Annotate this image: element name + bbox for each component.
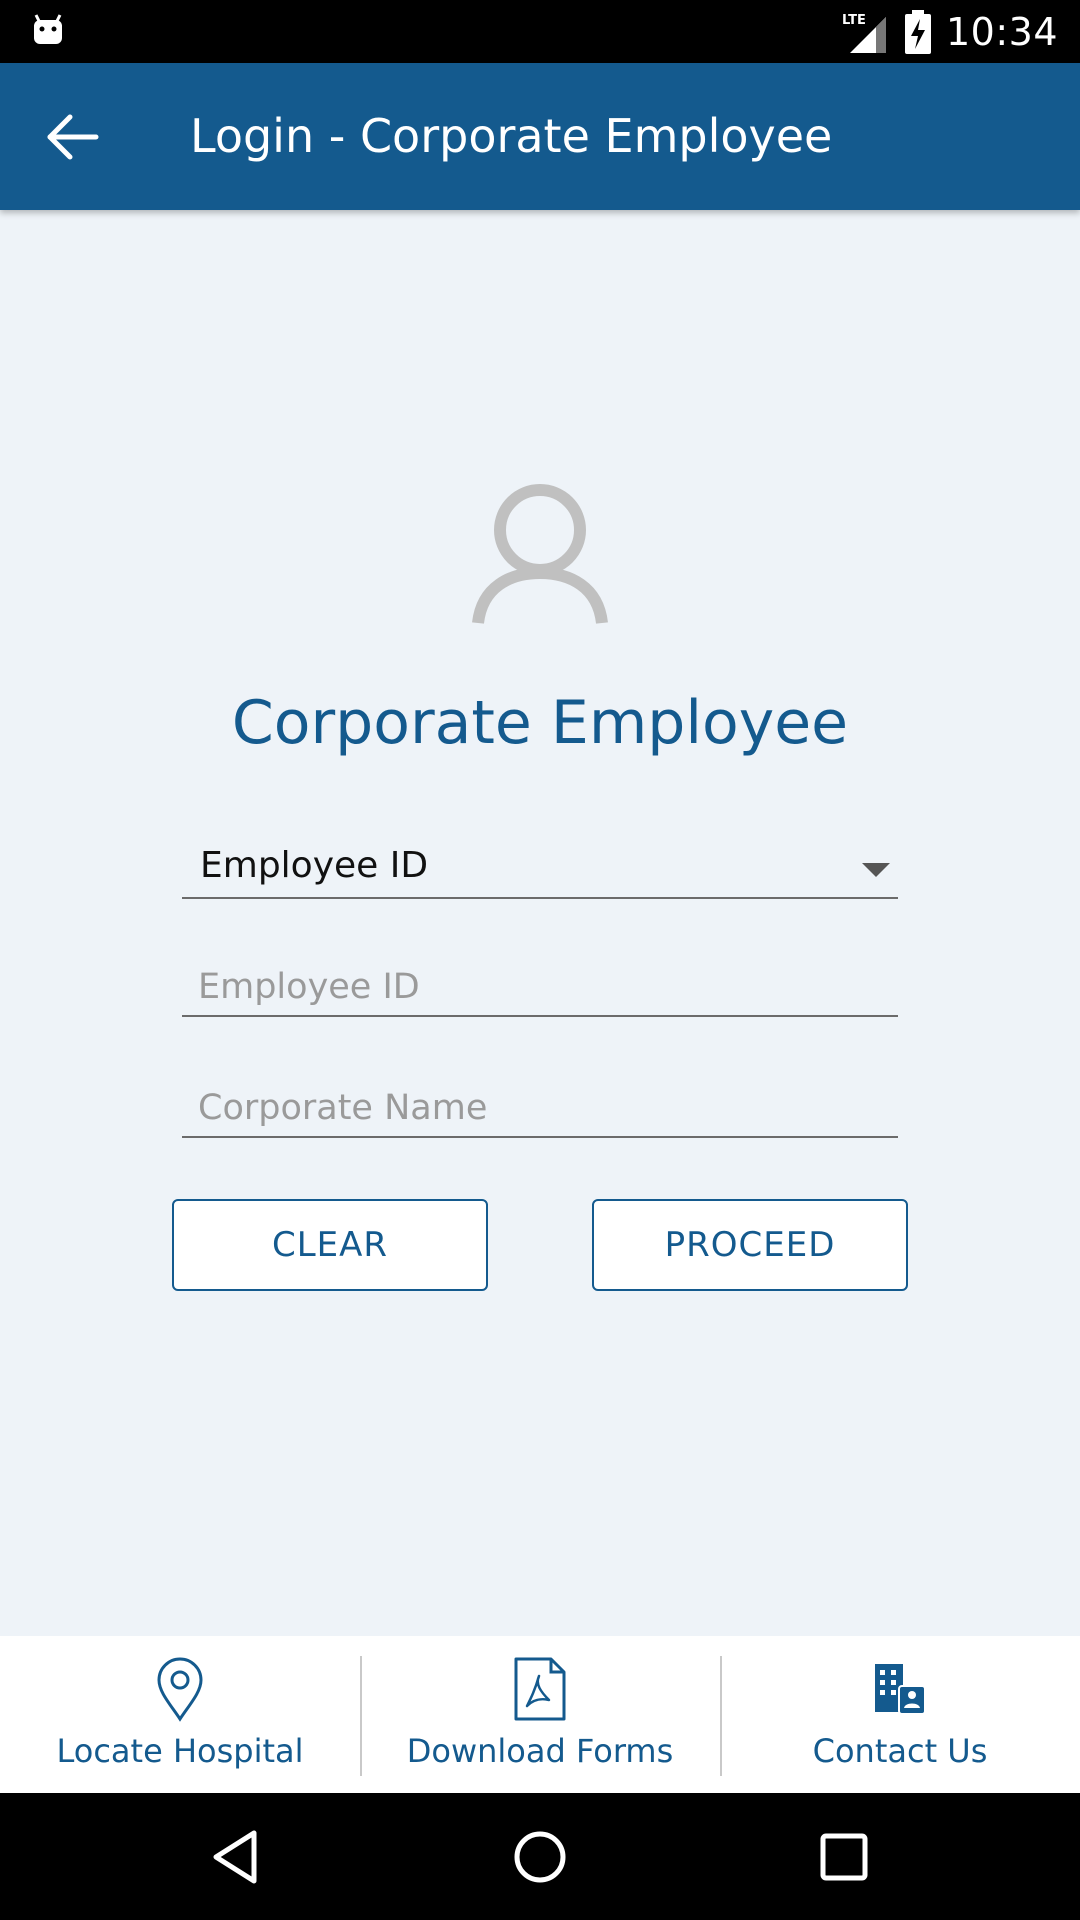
circle-home-icon xyxy=(514,1831,566,1883)
login-type-dropdown[interactable]: Employee ID xyxy=(182,835,898,899)
system-home-button[interactable] xyxy=(504,1821,576,1893)
app-bar: Login - Corporate Employee xyxy=(0,63,1080,210)
form-heading: Corporate Employee xyxy=(231,688,849,758)
employee-id-field-container xyxy=(182,953,898,1017)
nav-label-locate-hospital: Locate Hospital xyxy=(56,1732,304,1770)
lte-signal-icon: LTE xyxy=(840,11,890,53)
triangle-back-icon xyxy=(213,1830,257,1884)
corporate-name-field-container xyxy=(182,1074,898,1138)
nav-item-download-forms[interactable]: Download Forms xyxy=(360,1636,720,1793)
system-nav-bar xyxy=(0,1793,1080,1920)
pdf-file-icon xyxy=(513,1654,567,1724)
system-recents-button[interactable] xyxy=(808,1821,880,1893)
status-time: 10:34 xyxy=(945,9,1058,54)
nav-item-contact-us[interactable]: Contact Us xyxy=(720,1636,1080,1793)
login-type-selected: Employee ID xyxy=(200,845,429,886)
arrow-left-icon xyxy=(47,114,99,160)
corporate-name-input[interactable] xyxy=(182,1074,898,1136)
nav-divider xyxy=(360,1656,362,1776)
network-type-label: LTE xyxy=(842,13,866,28)
nav-label-contact-us: Contact Us xyxy=(812,1732,988,1770)
app-screen: LTE 10:34 Login - Corporate Employee Cor… xyxy=(0,0,1080,1920)
user-outline-icon xyxy=(470,475,610,625)
battery-charging-icon xyxy=(904,9,932,54)
nav-divider xyxy=(720,1656,722,1776)
page-title: Login - Corporate Employee xyxy=(190,109,833,163)
back-button[interactable] xyxy=(38,105,108,169)
employee-id-input[interactable] xyxy=(182,953,898,1015)
nav-label-download-forms: Download Forms xyxy=(406,1732,674,1770)
square-recents-icon xyxy=(820,1833,868,1881)
dropdown-arrow-icon xyxy=(862,863,890,877)
building-contact-icon xyxy=(873,1654,927,1724)
nav-item-locate-hospital[interactable]: Locate Hospital xyxy=(0,1636,360,1793)
android-debug-icon xyxy=(30,12,66,48)
status-icons: LTE 10:34 xyxy=(840,0,1058,63)
clear-button[interactable]: CLEAR xyxy=(172,1199,488,1291)
bottom-nav: Locate Hospital Download Forms Contact U… xyxy=(0,1636,1080,1793)
map-pin-icon xyxy=(156,1654,204,1724)
proceed-button[interactable]: PROCEED xyxy=(592,1199,908,1291)
system-back-button[interactable] xyxy=(200,1821,272,1893)
status-bar: LTE 10:34 xyxy=(0,0,1080,63)
